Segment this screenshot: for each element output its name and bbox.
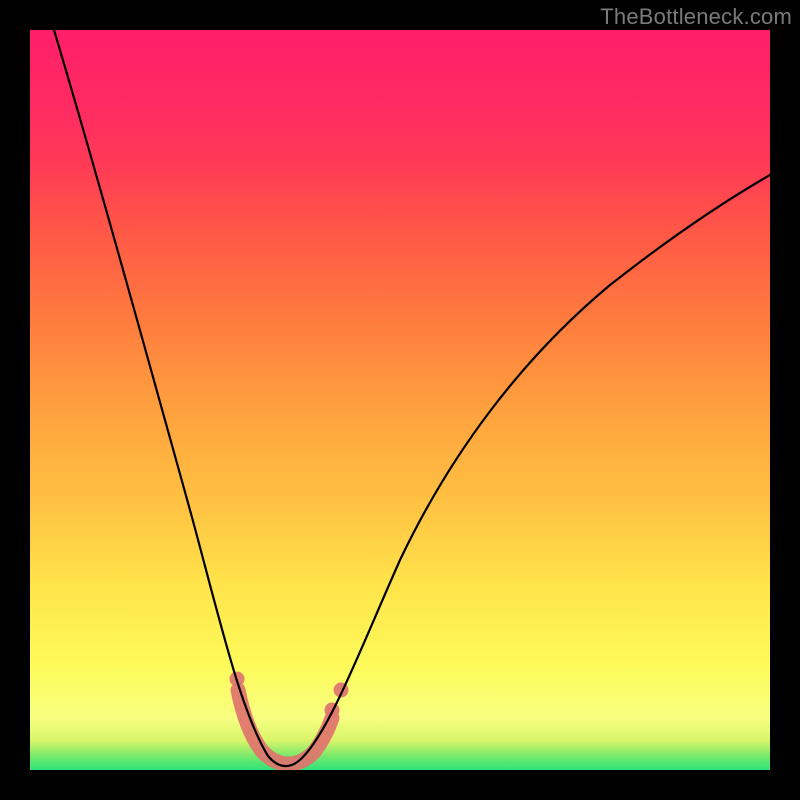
plot-area <box>30 30 770 770</box>
bottleneck-curve <box>54 30 770 766</box>
watermark-text: TheBottleneck.com <box>600 4 792 30</box>
chart-frame: TheBottleneck.com <box>0 0 800 800</box>
optimal-range-highlight <box>238 690 332 764</box>
bottleneck-curve-svg <box>30 30 770 770</box>
